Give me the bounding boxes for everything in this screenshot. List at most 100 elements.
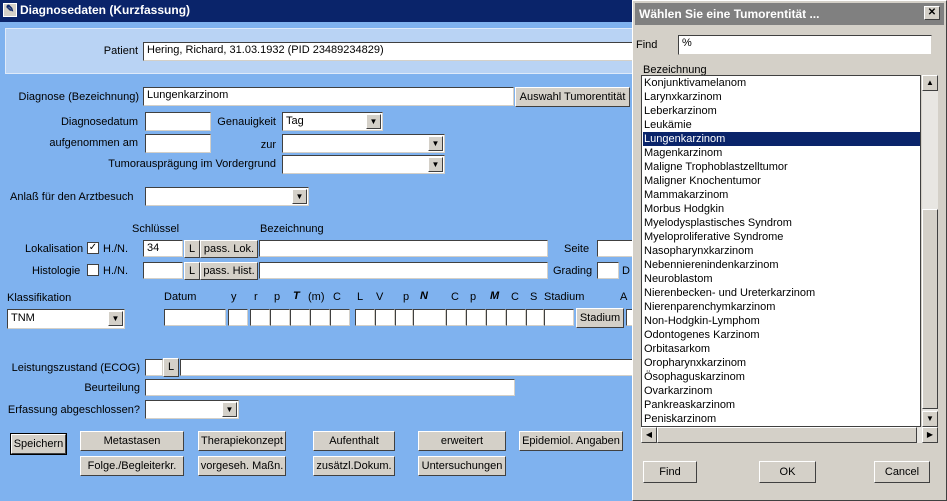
list-item[interactable]: Peniskarzinom xyxy=(643,412,920,426)
aufgenommen-field[interactable] xyxy=(145,134,211,153)
auswahl-tumorentitaet-button[interactable]: Auswahl Tumorentität xyxy=(515,87,630,107)
list-item[interactable]: Nebennierenindenkarzinom xyxy=(643,258,920,272)
seite-field[interactable] xyxy=(597,240,633,257)
tumor-entity-list[interactable]: Konjunktivamelanom Larynxkarzinom Leberkar… xyxy=(641,75,921,427)
chevron-down-icon[interactable]: ▼ xyxy=(428,157,443,172)
vertical-scrollbar[interactable]: ▲ ▼ xyxy=(922,75,938,427)
list-item[interactable]: Orbitasarkom xyxy=(643,342,920,356)
list-item[interactable]: Larynxkarzinom xyxy=(643,90,920,104)
tnm-p2-field[interactable] xyxy=(395,309,413,326)
scroll-up-icon[interactable]: ▲ xyxy=(922,75,938,91)
close-icon[interactable]: ✕ xyxy=(924,6,940,20)
chevron-down-icon[interactable]: ▼ xyxy=(108,311,123,326)
list-item[interactable]: Nierenparenchymkarzinom xyxy=(643,300,920,314)
tnm-c-field[interactable] xyxy=(330,309,350,326)
tnm-m-field[interactable] xyxy=(486,309,506,326)
metastasen-button[interactable]: Metastasen xyxy=(80,431,184,451)
tnm-r-field[interactable] xyxy=(250,309,270,326)
ecog-bezeichnung-field[interactable] xyxy=(180,359,633,376)
scroll-left-icon[interactable]: ◀ xyxy=(641,427,657,443)
list-item[interactable]: Non-Hodgkin-Lymphom xyxy=(643,314,920,328)
grading-field[interactable] xyxy=(597,262,619,279)
diagnose-field[interactable]: Lungenkarzinom xyxy=(143,87,514,106)
list-item[interactable]: Ösophaguskarzinom xyxy=(643,370,920,384)
list-item[interactable]: Ovarkarzinom xyxy=(643,384,920,398)
epidemiol-angaben-button[interactable]: Epidemiol. Angaben xyxy=(519,431,623,451)
list-item[interactable]: Morbus Hodgkin xyxy=(643,202,920,216)
list-item[interactable]: Pankreaskarzinom xyxy=(643,398,920,412)
stadium-button[interactable]: Stadium xyxy=(576,308,624,328)
scroll-down-icon[interactable]: ▼ xyxy=(922,411,938,427)
ok-button[interactable]: OK xyxy=(759,461,816,483)
anlass-combo[interactable]: ▼ xyxy=(145,187,309,206)
ecog-l-button[interactable]: L xyxy=(163,358,179,377)
tnm-c2-field[interactable] xyxy=(446,309,466,326)
scroll-thumb[interactable] xyxy=(922,209,938,409)
list-item[interactable]: Leberkarzinom xyxy=(643,104,920,118)
scroll-right-icon[interactable]: ▶ xyxy=(922,427,938,443)
dialog-titlebar[interactable]: Wählen Sie eine Tumorentität ... ✕ xyxy=(635,3,944,25)
tnm-datum-field[interactable] xyxy=(164,309,226,326)
beurteilung-field[interactable] xyxy=(145,379,515,396)
list-item[interactable]: Maligne Trophoblastzelltumor xyxy=(643,160,920,174)
folge-begleiterkr-button[interactable]: Folge./Begleiterkr. xyxy=(80,456,184,476)
tnm-s-field[interactable] xyxy=(526,309,544,326)
aufenthalt-button[interactable]: Aufenthalt xyxy=(313,431,395,451)
klassifikation-combo[interactable]: TNM ▼ xyxy=(7,309,125,329)
zusaetzl-dokum-button[interactable]: zusätzl.Dokum. xyxy=(313,456,395,476)
histologie-key-field[interactable] xyxy=(143,262,183,279)
pass-lok-button[interactable]: pass. Lok. xyxy=(200,240,258,258)
tnm-y-field[interactable] xyxy=(228,309,248,326)
tnm-stadium-field[interactable] xyxy=(544,309,574,326)
list-item[interactable]: Konjunktivamelanom xyxy=(643,76,920,90)
list-item[interactable]: Maligner Knochentumor xyxy=(643,174,920,188)
tnm-m-paren-field[interactable] xyxy=(310,309,330,326)
cancel-button[interactable]: Cancel xyxy=(874,461,930,483)
list-item[interactable]: Leukämie xyxy=(643,118,920,132)
hscroll-thumb[interactable] xyxy=(657,427,917,443)
zur-combo[interactable]: ▼ xyxy=(282,134,445,153)
chevron-down-icon[interactable]: ▼ xyxy=(292,189,307,204)
vorgeseh-massn-button[interactable]: vorgeseh. Maßn. xyxy=(198,456,286,476)
lokalisation-key-field[interactable]: 34 xyxy=(143,240,183,257)
tumorauspraegung-combo[interactable]: ▼ xyxy=(282,155,445,174)
untersuchungen-button[interactable]: Untersuchungen xyxy=(418,456,506,476)
list-item[interactable]: Myelodysplastisches Syndrom xyxy=(643,216,920,230)
list-item[interactable]: Lungenkarzinom xyxy=(643,132,920,146)
list-item[interactable]: Magenkarzinom xyxy=(643,146,920,160)
chevron-down-icon[interactable]: ▼ xyxy=(222,402,237,417)
list-item[interactable]: Odontogenes Karzinom xyxy=(643,328,920,342)
diagnosedatum-field[interactable] xyxy=(145,112,211,131)
therapiekonzept-button[interactable]: Therapiekonzept xyxy=(198,431,286,451)
horizontal-scrollbar[interactable]: ◀ ▶ xyxy=(641,427,938,443)
histologie-bezeichnung-field[interactable] xyxy=(259,262,548,279)
find-button[interactable]: Find xyxy=(643,461,697,483)
list-item[interactable]: Mammakarzinom xyxy=(643,188,920,202)
list-item[interactable]: Nierenbecken- und Ureterkarzinom xyxy=(643,286,920,300)
tnm-p3-field[interactable] xyxy=(466,309,486,326)
lokalisation-hn-checkbox[interactable]: ✓ xyxy=(87,242,99,254)
erweitert-button[interactable]: erweitert xyxy=(418,431,506,451)
list-item[interactable]: Myeloproliferative Syndrome xyxy=(643,230,920,244)
chevron-down-icon[interactable]: ▼ xyxy=(366,114,381,129)
list-item[interactable]: Nasopharynxkarzinom xyxy=(643,244,920,258)
histologie-l-button[interactable]: L xyxy=(184,262,200,280)
tnm-n-field[interactable] xyxy=(413,309,446,326)
pass-hist-button[interactable]: pass. Hist. xyxy=(200,262,258,280)
speichern-button[interactable]: Speichern xyxy=(10,433,67,455)
chevron-down-icon[interactable]: ▼ xyxy=(428,136,443,151)
tnm-l-field[interactable] xyxy=(355,309,375,326)
ecog-field[interactable] xyxy=(145,359,163,376)
tnm-t-field[interactable] xyxy=(290,309,310,326)
tnm-v-field[interactable] xyxy=(375,309,395,326)
lokalisation-l-button[interactable]: L xyxy=(184,240,200,258)
histologie-hn-checkbox[interactable] xyxy=(87,264,99,276)
list-item[interactable]: Neuroblastom xyxy=(643,272,920,286)
erfassung-combo[interactable]: ▼ xyxy=(145,400,239,419)
find-input[interactable]: % xyxy=(678,35,932,55)
tnm-c3-field[interactable] xyxy=(506,309,526,326)
genauigkeit-combo[interactable]: Tag ▼ xyxy=(282,112,383,131)
list-item[interactable]: Oropharynxkarzinom xyxy=(643,356,920,370)
tnm-p-field[interactable] xyxy=(270,309,290,326)
lokalisation-bezeichnung-field[interactable] xyxy=(259,240,548,257)
